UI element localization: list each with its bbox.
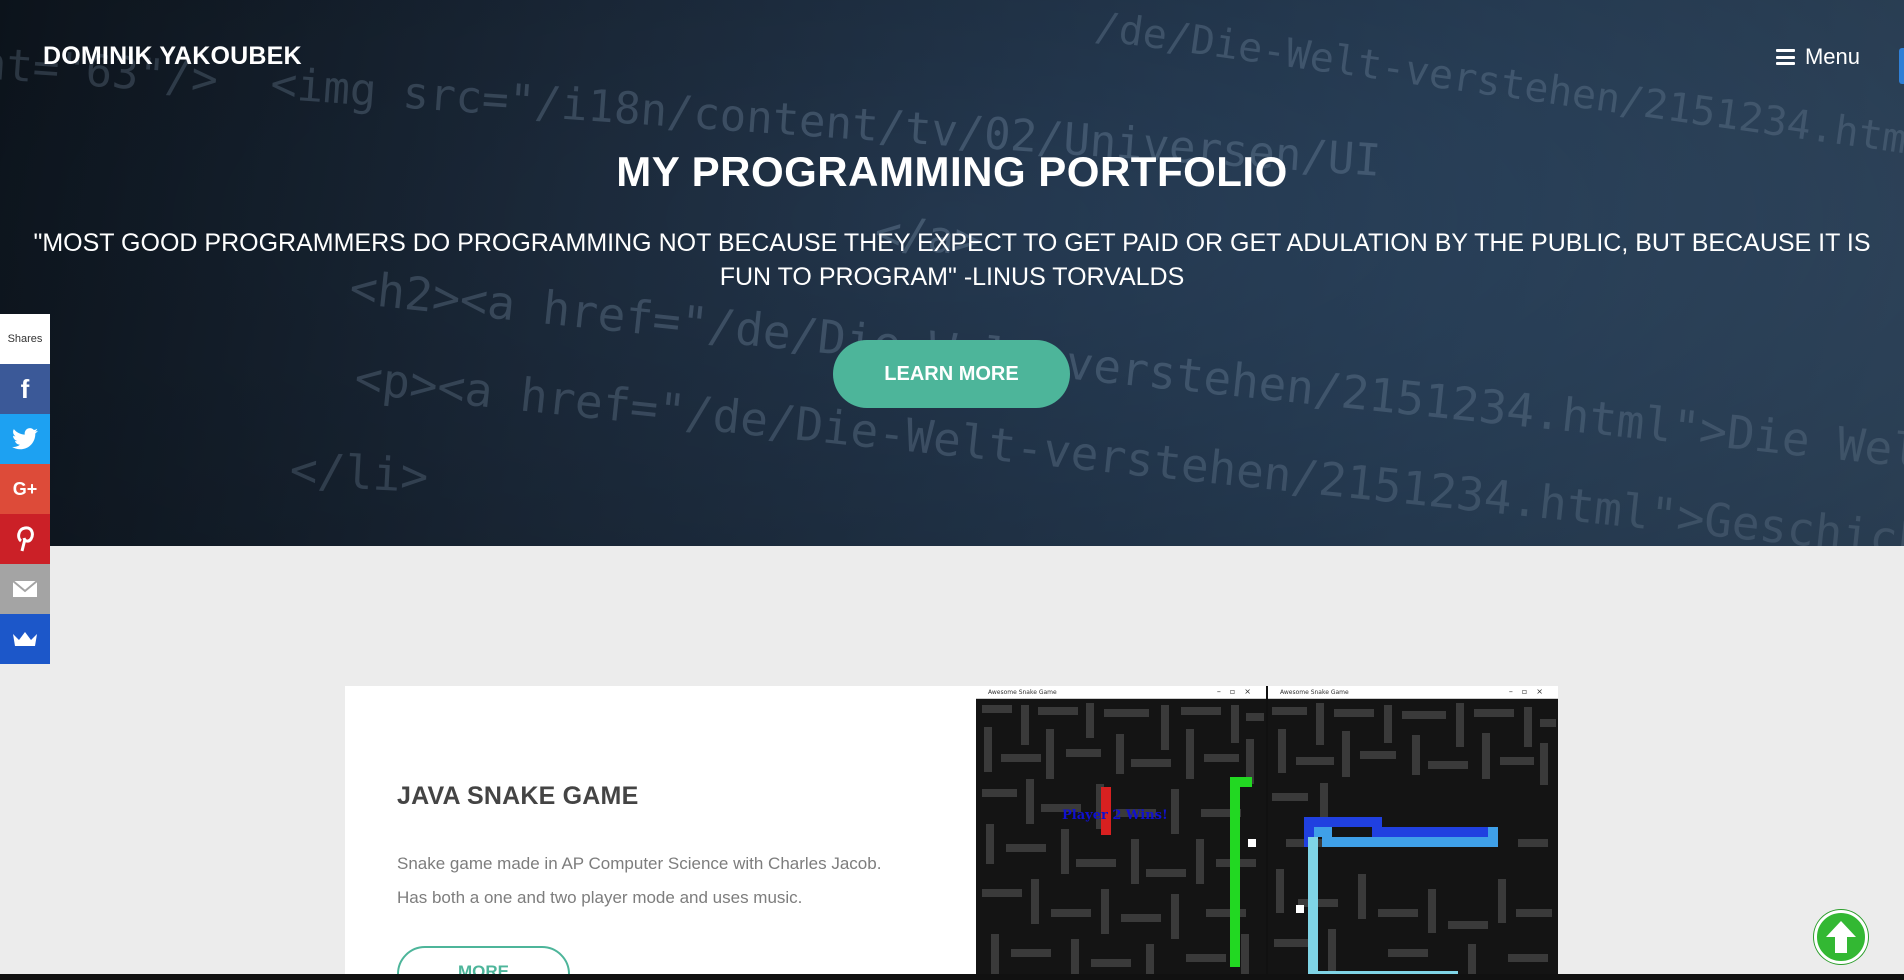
- game-window: Awesome Snake Game –▫×: [1268, 686, 1558, 980]
- page-title: MY PROGRAMMING PORTFOLIO: [616, 148, 1288, 195]
- project-text: JAVA SNAKE GAME Snake game made in AP Co…: [397, 782, 937, 915]
- facebook-icon: f: [20, 373, 30, 404]
- scroll-to-top-button[interactable]: [1814, 910, 1868, 964]
- site-brand[interactable]: DOMINIK YAKOUBEK: [43, 42, 302, 71]
- arrow-up-icon: [1826, 921, 1856, 953]
- learn-more-button[interactable]: LEARN MORE: [833, 340, 1070, 408]
- pinterest-icon: [17, 526, 34, 552]
- google-plus-icon: G+: [12, 478, 38, 499]
- maze-right: [1268, 699, 1558, 980]
- description-line: Snake game made in AP Computer Science w…: [397, 854, 882, 873]
- window-title: Awesome Snake Game: [988, 688, 1057, 696]
- sumome-share-button[interactable]: [0, 614, 50, 664]
- description-line: Has both a one and two player mode and u…: [397, 888, 803, 907]
- maze-left: [976, 699, 1266, 980]
- share-bar: Shares f G+: [0, 314, 50, 664]
- project-screenshot: Awesome Snake Game –▫× Player 2 Wins! Aw…: [976, 686, 1558, 980]
- hamburger-icon: [1775, 49, 1795, 65]
- google-plus-share-button[interactable]: G+: [0, 464, 50, 514]
- menu-button[interactable]: Menu: [1775, 44, 1860, 70]
- game-window: Awesome Snake Game –▫×: [976, 686, 1266, 980]
- window-controls: –▫×: [1508, 687, 1552, 696]
- window-controls: –▫×: [1216, 687, 1260, 696]
- hero-section: ht="63"/> <img src="/i18n/content/tv/02/…: [0, 0, 1904, 546]
- twitter-icon: [12, 428, 38, 450]
- project-title: JAVA SNAKE GAME: [397, 782, 639, 810]
- project-card: JAVA SNAKE GAME Snake game made in AP Co…: [345, 686, 1558, 980]
- pinterest-share-button[interactable]: [0, 514, 50, 564]
- window-titlebar: Awesome Snake Game –▫×: [1268, 686, 1558, 699]
- game-caption: Player 2 Wins!: [1062, 808, 1168, 823]
- email-icon: [12, 580, 38, 597]
- menu-label: Menu: [1804, 44, 1860, 69]
- window-title: Awesome Snake Game: [1280, 688, 1349, 696]
- project-description: Snake game made in AP Computer Science w…: [397, 847, 937, 915]
- hero-quote: "MOST GOOD PROGRAMMERS DO PROGRAMMING NO…: [33, 229, 1871, 291]
- twitter-share-button[interactable]: [0, 414, 50, 464]
- email-share-button[interactable]: [0, 564, 50, 614]
- crown-icon: [13, 632, 37, 646]
- shares-label: Shares: [0, 314, 50, 364]
- side-tab[interactable]: [1899, 48, 1904, 84]
- window-titlebar: Awesome Snake Game –▫×: [976, 686, 1266, 699]
- facebook-share-button[interactable]: f: [0, 364, 50, 414]
- taskbar-strip: [0, 974, 1904, 980]
